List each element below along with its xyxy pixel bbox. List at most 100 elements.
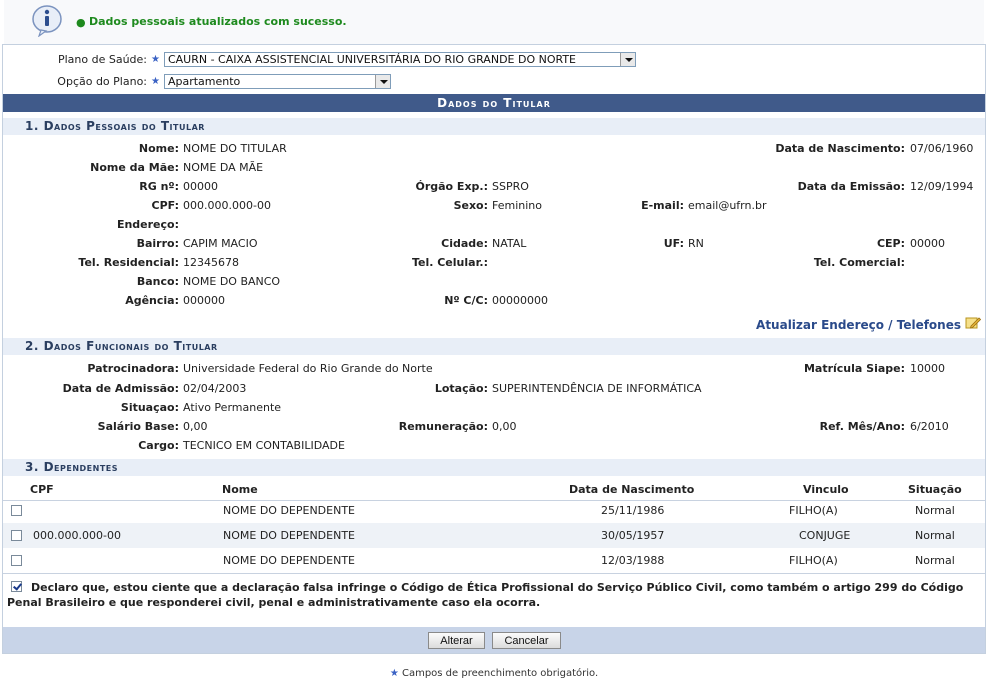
info-icon: [32, 5, 62, 37]
functional-data-heading: 2. Dados Funcionais do Titular: [3, 338, 985, 355]
table-row: NOME DO DEPENDENTE 12/03/1988 FILHO(A) N…: [3, 548, 985, 573]
col-cpf: CPF: [30, 483, 54, 496]
mother-name-value: NOME DA MÃE: [183, 161, 264, 174]
job-title-value: TECNICO EM CONTABILIDADE: [183, 439, 345, 452]
dependent-checkbox[interactable]: [11, 530, 22, 541]
dependent-relationship: FILHO(A): [789, 504, 838, 517]
cpf-label: CPF:: [151, 199, 179, 212]
form-container: Plano de Saúde: ★ CAURN - CAIXA ASSISTEN…: [2, 44, 986, 654]
cell-phone-label: Tel. Celular.:: [411, 256, 488, 269]
ref-month-value: 6/2010: [910, 420, 949, 433]
plan-option-select[interactable]: Apartamento: [163, 74, 391, 89]
remuneration-label: Remuneração:: [398, 420, 488, 433]
chevron-down-icon[interactable]: [619, 53, 635, 66]
dependent-birth-date: 25/11/1986: [601, 504, 665, 517]
declaration-text: Declaro que, estou ciente que a declaraç…: [7, 581, 964, 609]
city-value: NATAL: [492, 237, 527, 250]
dependents-heading: 3. Dependentes: [3, 459, 985, 476]
district-value: CAPIM MACIO: [183, 237, 258, 250]
dependent-name: NOME DO DEPENDENTE: [223, 554, 355, 567]
rg-value: 00000: [183, 180, 218, 193]
dependent-status: Normal: [915, 504, 955, 517]
dependent-checkbox[interactable]: [11, 505, 22, 516]
zip-value: 00000: [910, 237, 945, 250]
cancel-button[interactable]: Cancelar: [492, 632, 561, 649]
siape-label: Matrícula Siape:: [803, 362, 905, 375]
alterar-button[interactable]: Alterar: [428, 632, 485, 649]
district-label: Bairro:: [136, 237, 179, 250]
issuer-label: Órgão Exp.:: [415, 180, 488, 193]
name-value: NOME DO TITULAR: [183, 142, 287, 155]
admission-date-label: Data de Admissão:: [62, 382, 179, 395]
issue-date-label: Data da Emissão:: [797, 180, 905, 193]
plan-option-row: Opção do Plano: ★ Apartamento: [3, 73, 391, 90]
ref-month-label: Ref. Mês/Ano:: [819, 420, 905, 433]
job-title-label: Cargo:: [138, 439, 179, 452]
agency-label: Agência:: [125, 294, 179, 307]
status-value: Ativo Permanente: [183, 401, 282, 414]
health-plan-row: Plano de Saúde: ★ CAURN - CAIXA ASSISTEN…: [3, 51, 636, 68]
sex-value: Feminino: [492, 199, 542, 212]
rg-label: RG nº:: [139, 180, 179, 193]
home-phone-value: 12345678: [183, 256, 239, 269]
bank-value: NOME DO BANCO: [183, 275, 281, 288]
remuneration-value: 0,00: [492, 420, 517, 433]
dependent-checkbox[interactable]: [11, 555, 22, 566]
pencil-icon[interactable]: [965, 316, 981, 330]
required-star-icon: ★: [151, 54, 160, 65]
dependent-name: NOME DO DEPENDENTE: [223, 529, 355, 542]
success-message-box: ● Dados pessoais atualizados com sucesso…: [4, 0, 984, 45]
address-label: Endereço:: [116, 218, 179, 231]
base-salary-label: Salário Base:: [97, 420, 179, 433]
col-birth-date: Data de Nascimento: [569, 483, 695, 496]
dependent-relationship: CONJUGE: [799, 529, 851, 542]
state-value: RN: [688, 237, 704, 250]
health-plan-value: CAURN - CAIXA ASSISTENCIAL UNIVERSITÁRIA…: [167, 53, 577, 66]
birth-date-value: 07/06/1960: [910, 142, 974, 155]
table-row: 000.000.000-00 NOME DO DEPENDENTE 30/05/…: [3, 523, 985, 548]
name-label: Nome:: [138, 142, 179, 155]
required-fields-text: Campos de preenchimento obrigatório.: [401, 668, 599, 679]
dependent-birth-date: 30/05/1957: [601, 529, 665, 542]
birth-date-label: Data de Nascimento:: [775, 142, 905, 155]
divider: [3, 573, 985, 574]
account-label: Nº C/C:: [444, 294, 488, 307]
plan-option-value: Apartamento: [167, 75, 241, 88]
state-label: UF:: [663, 237, 684, 250]
mother-name-label: Nome da Mãe:: [90, 161, 179, 174]
bank-label: Banco:: [136, 275, 179, 288]
holder-data-title: Dados do Titular: [3, 94, 985, 112]
home-phone-label: Tel. Residencial:: [78, 256, 179, 269]
city-label: Cidade:: [441, 237, 488, 250]
col-relationship: Vinculo: [803, 483, 849, 496]
issuer-value: SSPRO: [492, 180, 529, 193]
chevron-down-icon[interactable]: [374, 75, 390, 88]
department-value: SUPERINTENDÊNCIA DE INFORMÁTICA: [492, 382, 702, 395]
form-footer: Alterar Cancelar: [3, 627, 985, 653]
email-value: email@ufrn.br: [688, 199, 767, 212]
sponsor-label: Patrocinadora:: [87, 362, 179, 375]
dependent-status: Normal: [915, 529, 955, 542]
required-fields-note: ★ Campos de preenchimento obrigatório.: [0, 668, 988, 679]
work-phone-label: Tel. Comercial:: [813, 256, 905, 269]
message-bullet: ●: [76, 16, 86, 29]
account-value: 00000000: [492, 294, 548, 307]
required-star-icon: ★: [389, 668, 399, 679]
sex-label: Sexo:: [453, 199, 488, 212]
email-label: E-mail:: [641, 199, 684, 212]
table-row: NOME DO DEPENDENTE 25/11/1986 FILHO(A) N…: [3, 498, 985, 523]
siape-value: 10000: [910, 362, 945, 375]
dependent-name: NOME DO DEPENDENTE: [223, 504, 355, 517]
required-star-icon: ★: [151, 76, 160, 87]
health-plan-label: Plano de Saúde:: [57, 53, 147, 66]
zip-label: CEP:: [876, 237, 905, 250]
admission-date-value: 02/04/2003: [183, 382, 247, 395]
col-name: Nome: [222, 483, 258, 496]
update-address-link[interactable]: Atualizar Endereço / Telefones: [756, 318, 961, 332]
cpf-value: 000.000.000-00: [183, 199, 271, 212]
dependent-status: Normal: [915, 554, 955, 567]
health-plan-select[interactable]: CAURN - CAIXA ASSISTENCIAL UNIVERSITÁRIA…: [163, 52, 636, 67]
status-label: Situaçao:: [120, 401, 179, 414]
dependent-cpf: 000.000.000-00: [33, 529, 121, 542]
department-label: Lotação:: [434, 382, 488, 395]
